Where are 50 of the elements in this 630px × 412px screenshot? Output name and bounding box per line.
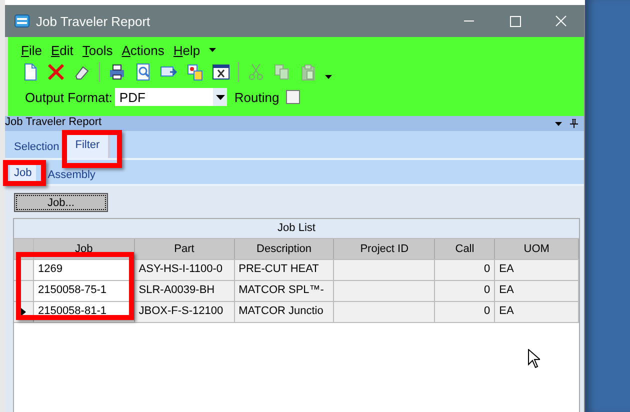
routing-label: Routing (234, 90, 280, 104)
overflow-caret-icon[interactable] (325, 75, 332, 79)
pin-icon[interactable] (570, 119, 578, 128)
app-icon (14, 14, 30, 28)
menu-item[interactable]: File (21, 42, 42, 58)
column-header[interactable]: Call (435, 239, 496, 259)
output-format-dropdown[interactable]: PDF (115, 88, 228, 106)
table-cell: 0 (435, 260, 496, 280)
table-cell: EA (495, 260, 580, 280)
highlight-box (62, 130, 122, 168)
table-cell: ASY-HS-I-1100-0 (134, 260, 235, 280)
table-cell: MATCOR Junctio (234, 302, 334, 322)
preview-icon[interactable] (134, 63, 152, 81)
table-cell: 2150058-75-1 (34, 281, 135, 301)
schedule-icon[interactable] (186, 63, 204, 81)
dropdown-arrow-icon (216, 94, 225, 100)
table-cell: 0 (435, 281, 496, 301)
column-header[interactable]: UOM (495, 239, 580, 259)
table-cell: SLR-A0039-BH (134, 281, 235, 301)
job-button[interactable]: Job... (14, 193, 108, 212)
menu-item[interactable]: Edit (50, 42, 74, 58)
table-cell: 0 (435, 302, 496, 322)
tab[interactable]: Selection (10, 141, 64, 158)
table-cell: JBOX-F-S-12100 (134, 302, 235, 322)
routing-checkbox[interactable] (286, 90, 300, 104)
highlight-box (3, 160, 46, 186)
tab[interactable]: Assembly (44, 169, 100, 184)
output-format-label: Output Format: (25, 90, 112, 104)
cursor-icon (528, 349, 540, 368)
column-header[interactable]: Project ID (334, 239, 436, 259)
menu-item[interactable]: Tools (82, 42, 113, 58)
current-row-icon (20, 308, 26, 316)
grid-title: Job List (14, 219, 579, 239)
spreadsheet-icon[interactable] (212, 63, 230, 81)
panel-title: Job Traveler Report (5, 117, 102, 128)
print-icon[interactable] (108, 63, 126, 81)
dropdown-arrow-icon[interactable] (555, 122, 562, 126)
table-cell: PRE-CUT HEAT (234, 260, 334, 280)
table-cell: EA (495, 302, 580, 322)
column-header[interactable]: Part (134, 239, 235, 259)
menu-item[interactable]: Help (173, 42, 200, 58)
window-title: Job Traveler Report (36, 14, 150, 28)
caret-icon[interactable] (209, 48, 216, 52)
menu-item[interactable]: Actions (122, 42, 164, 58)
table-cell: 1269 (34, 260, 135, 280)
column-header[interactable]: Description (234, 239, 334, 259)
table-cell: MATCOR SPL™- (234, 281, 334, 301)
column-header[interactable]: Job (34, 239, 135, 259)
delete-icon[interactable] (47, 63, 65, 81)
table-cell: EA (495, 281, 580, 301)
